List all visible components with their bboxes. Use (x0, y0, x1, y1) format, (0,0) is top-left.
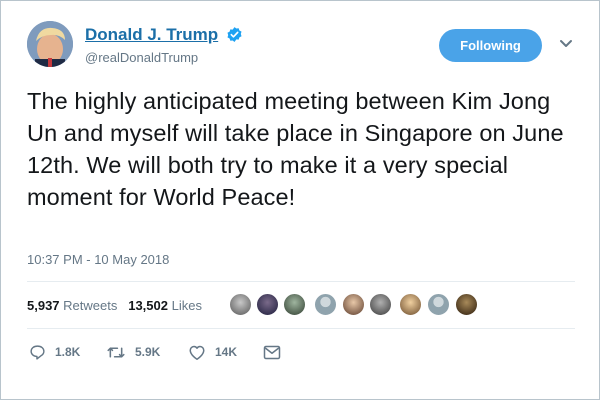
envelope-icon (263, 345, 281, 359)
liker-avatar[interactable] (369, 293, 392, 316)
reply-button[interactable]: 1.8K (29, 341, 80, 363)
liker-avatar[interactable] (283, 293, 306, 316)
liker-avatar[interactable] (455, 293, 478, 316)
heart-icon (189, 345, 205, 360)
retweets-count: 5,937 (27, 298, 60, 313)
divider (27, 281, 575, 282)
tweet-timestamp[interactable]: 10:37 PM - 10 May 2018 (27, 252, 169, 267)
direct-message-button[interactable] (263, 341, 290, 363)
retweets-stat[interactable]: 5,937 Retweets (27, 298, 117, 313)
likes-count: 13,502 (128, 298, 168, 313)
reply-icon (30, 344, 45, 360)
verified-badge-icon (227, 27, 242, 42)
reply-count: 1.8K (55, 345, 81, 359)
following-button[interactable]: Following (439, 29, 542, 62)
likes-stat[interactable]: 13,502 Likes (128, 298, 202, 313)
tweet-stats: 5,937 Retweets 13,502 Likes (27, 298, 202, 313)
avatar[interactable] (27, 21, 73, 67)
tweet-text: The highly anticipated meeting between K… (27, 88, 564, 210)
retweet-icon (107, 346, 125, 358)
like-button[interactable]: 14K (188, 341, 237, 363)
chevron-down-icon[interactable] (559, 39, 573, 49)
display-name[interactable]: Donald J. Trump (85, 25, 218, 45)
liker-avatar[interactable] (256, 293, 279, 316)
liker-avatar[interactable] (314, 293, 337, 316)
liker-avatar[interactable] (399, 293, 422, 316)
liker-avatar[interactable] (342, 293, 365, 316)
retweet-count: 5.9K (135, 345, 161, 359)
avatar-image (27, 21, 73, 67)
liker-avatar[interactable] (427, 293, 450, 316)
liker-avatar[interactable] (229, 293, 252, 316)
retweet-button[interactable]: 5.9K (106, 341, 160, 363)
tweet-card: Donald J. Trump @realDonaldTrump Followi… (0, 0, 600, 400)
likes-label: Likes (171, 298, 202, 313)
divider (27, 328, 575, 329)
user-handle[interactable]: @realDonaldTrump (85, 50, 198, 65)
retweets-label: Retweets (63, 298, 118, 313)
like-count: 14K (215, 345, 238, 359)
